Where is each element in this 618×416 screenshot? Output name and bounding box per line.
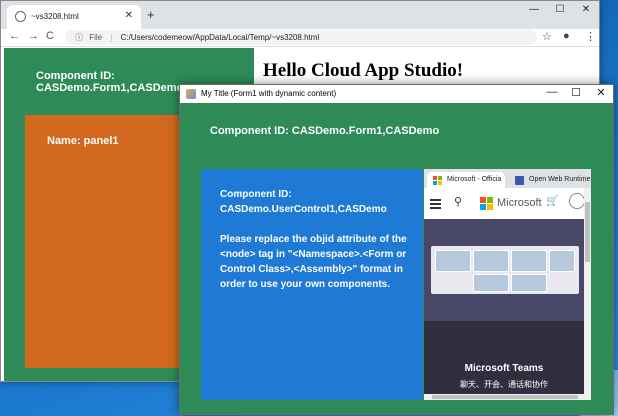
popup-maximize-button[interactable]: ☐	[569, 86, 583, 99]
video-tile	[511, 274, 547, 292]
app-icon	[186, 89, 196, 99]
vertical-scrollbar[interactable]	[584, 188, 591, 400]
close-button[interactable]: ✕	[579, 4, 593, 15]
teams-subtitle: 聊天、开会、通话和协作	[460, 380, 548, 389]
reload-icon[interactable]: C	[46, 30, 54, 42]
embedded-tab-label: Microsoft - Officia	[447, 176, 502, 183]
popup-form-component-id: Component ID: CASDemo.Form1,CASDemo	[210, 125, 440, 137]
horizontal-scrollbar[interactable]	[424, 394, 584, 400]
microsoft-logo-icon[interactable]	[480, 197, 494, 211]
minimize-button[interactable]: —	[527, 4, 541, 15]
maximize-button[interactable]: ☐	[553, 4, 567, 15]
hamburger-menu-icon[interactable]	[430, 199, 441, 211]
popup-close-button[interactable]: ✕	[594, 86, 608, 99]
browser-tab[interactable]: ~vs3208.html ✕	[7, 5, 141, 29]
new-tab-button[interactable]: +	[147, 7, 155, 22]
profile-icon[interactable]	[569, 193, 585, 209]
user-control-id-label: Component ID:	[220, 189, 292, 200]
popup-title: My Title (Form1 with dynamic content)	[201, 89, 337, 98]
address-bar[interactable]: ⓘ File | C:/Users/codemeow/AppData/Local…	[65, 30, 537, 45]
embedded-tab-label: Open Web Runtime	[529, 176, 591, 183]
scrollbar-thumb[interactable]	[432, 395, 578, 399]
popup-window: My Title (Form1 with dynamic content) — …	[179, 84, 614, 415]
back-arrow-icon[interactable]: ←	[9, 30, 20, 42]
microsoft-logo-icon	[433, 176, 443, 186]
tab-title: ~vs3208.html	[31, 12, 79, 21]
video-tile	[549, 250, 575, 272]
url-separator: |	[110, 33, 113, 42]
info-icon[interactable]: ⓘ	[75, 33, 83, 42]
video-tile	[473, 250, 509, 272]
user-control-message: Please replace the objid attribute of th…	[220, 234, 407, 290]
cart-icon[interactable]: 🛒	[546, 196, 558, 207]
star-icon[interactable]: ☆	[542, 30, 552, 43]
embedded-site-header: ⚲ Microsoft 🛒	[424, 188, 585, 219]
panel1-label: Name: panel1	[47, 135, 119, 147]
profile-icon[interactable]: ●	[563, 30, 570, 42]
owr-icon	[515, 176, 524, 185]
embedded-browser[interactable]: Microsoft - Officia Open Web Runtime ⚲ M…	[424, 169, 591, 400]
popup-minimize-button[interactable]: —	[545, 86, 559, 98]
teams-hero-image	[424, 219, 584, 321]
user-control-id-value: CASDemo.UserControl1,CASDemo	[220, 204, 387, 215]
scrollbar-thumb[interactable]	[585, 202, 590, 262]
search-icon[interactable]: ⚲	[454, 195, 462, 208]
microsoft-brand-text[interactable]: Microsoft	[497, 197, 542, 209]
embedded-tab-bar: Microsoft - Officia Open Web Runtime	[424, 169, 591, 188]
user-control-panel: Component ID: CASDemo.UserControl1,CASDe…	[201, 169, 423, 400]
embedded-tab-microsoft[interactable]: Microsoft - Officia	[427, 172, 505, 188]
popup-title-bar: My Title (Form1 with dynamic content) — …	[180, 85, 613, 103]
page-heading: Hello Cloud App Studio!	[263, 60, 464, 81]
embedded-tab-owr[interactable]: Open Web Runtime	[509, 172, 591, 188]
video-tile	[511, 250, 547, 272]
meeting-screenshot	[431, 246, 579, 294]
globe-icon	[15, 11, 26, 22]
url-scheme-label: File	[89, 33, 103, 42]
menu-icon[interactable]: ⋮	[585, 30, 596, 43]
tab-close-icon[interactable]: ✕	[125, 10, 133, 21]
popup-form-body: Component ID: CASDemo.Form1,CASDemo Comp…	[180, 103, 613, 414]
url-text[interactable]: C:/Users/codemeow/AppData/Local/Temp/~vs…	[121, 33, 320, 42]
forward-arrow-icon[interactable]: →	[28, 30, 39, 42]
video-tile	[473, 274, 509, 292]
video-tile	[435, 250, 471, 272]
browser-toolbar: ← → C ⓘ File | C:/Users/codemeow/AppData…	[1, 29, 599, 47]
browser-tab-bar: ~vs3208.html ✕ + — ☐ ✕	[1, 1, 599, 29]
teams-title: Microsoft Teams	[464, 363, 544, 374]
user-control-text: Component ID: CASDemo.UserControl1,CASDe…	[220, 187, 410, 292]
